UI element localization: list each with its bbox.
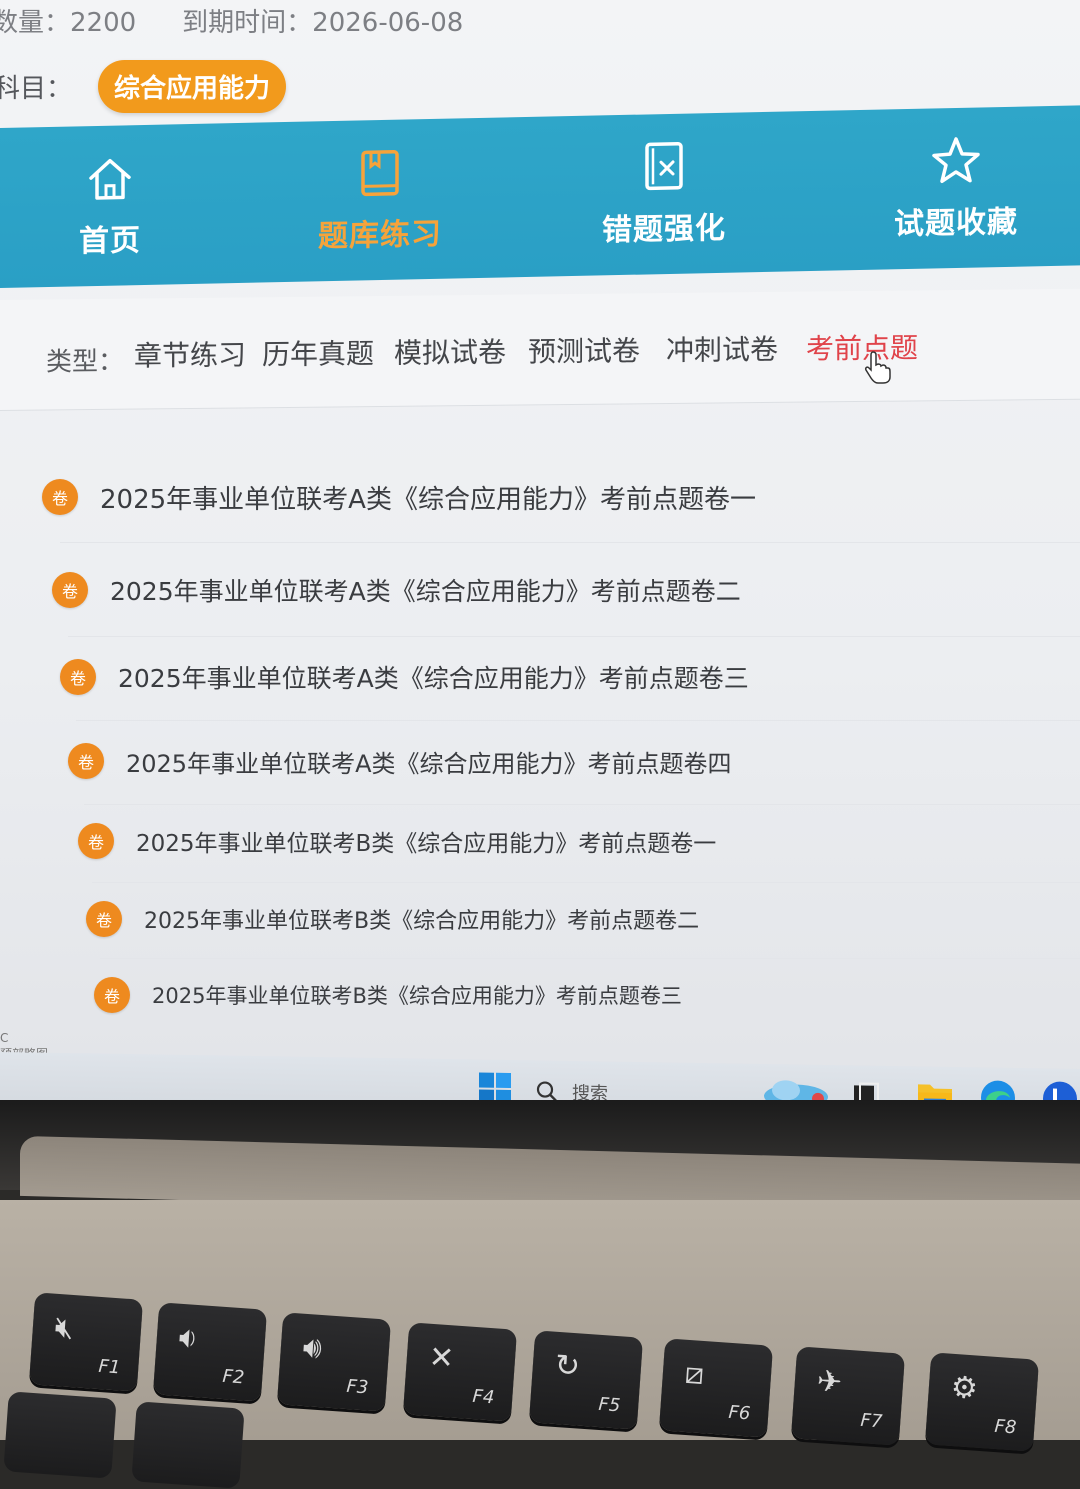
nav-home[interactable]: 首页: [10, 134, 210, 278]
paper-list-item[interactable]: 卷 2025年事业单位联考B类《综合应用能力》考前点题卷一: [78, 806, 716, 876]
key-exclamation[interactable]: [3, 1391, 117, 1479]
app-icon[interactable]: [1040, 1078, 1080, 1100]
windows-taskbar: 搜索: [0, 1052, 1080, 1100]
type-tab-past-exams[interactable]: 历年真题: [262, 332, 374, 373]
wrong-doc-icon: [645, 142, 683, 191]
paper-list-item[interactable]: 卷 2025年事业单位联考A类《综合应用能力》考前点题卷一: [42, 462, 756, 532]
paper-title: 2025年事业单位联考A类《综合应用能力》考前点题卷四: [126, 749, 732, 778]
paper-badge-icon: 卷: [94, 977, 130, 1013]
nav-wrong-questions[interactable]: 错题强化: [564, 122, 764, 266]
paper-list-item[interactable]: 卷 2025年事业单位联考B类《综合应用能力》考前点题卷二: [86, 884, 699, 954]
key-f2[interactable]: 🔉︎ F2: [152, 1302, 268, 1402]
settings-gear-icon: ⚙: [949, 1369, 980, 1407]
expiry-date: 到期时间：2026-06-08: [182, 7, 464, 38]
key-at[interactable]: [131, 1401, 245, 1489]
key-f6[interactable]: ⧄ F6: [658, 1338, 774, 1438]
subject-label: 科目：: [0, 73, 73, 104]
nav-home-label: 首页: [79, 223, 141, 260]
paper-badge-icon: 卷: [86, 901, 122, 937]
volume-down-icon: 🔉︎: [177, 1319, 200, 1357]
paper-list-item[interactable]: 卷 2025年事业单位联考A类《综合应用能力》考前点题卷三: [60, 642, 749, 712]
key-f1[interactable]: 🔇︎ F1: [28, 1292, 144, 1392]
file-explorer-icon[interactable]: [916, 1078, 954, 1100]
key-f8[interactable]: ⚙ F8: [924, 1352, 1040, 1452]
display-off-icon: ⧄: [683, 1355, 706, 1393]
key-f3[interactable]: 🔊︎ F3: [276, 1312, 392, 1412]
key-f7[interactable]: ✈ F7: [790, 1346, 906, 1446]
paper-list-item[interactable]: 卷 2025年事业单位联考A类《综合应用能力》考前点题卷二: [52, 555, 741, 625]
hand-cursor-icon: [865, 351, 891, 384]
nav-question-bank[interactable]: 题库练习: [280, 128, 480, 272]
type-tab-chapter[interactable]: 章节练习: [134, 333, 246, 374]
nav-wrong-questions-label: 错题强化: [602, 210, 726, 249]
key-f5[interactable]: ↻ F5: [528, 1330, 644, 1430]
paper-badge-icon: 卷: [42, 479, 78, 515]
nav-favorites-label: 试题收藏: [894, 204, 1018, 243]
paper-badge-icon: 卷: [52, 572, 88, 608]
book-icon: [361, 149, 399, 197]
search-label: 搜索: [572, 1082, 608, 1100]
browser-screen: 数量：2200 到期时间：2026-06-08 科目： 综合应用能力 首页 题库…: [0, 0, 1080, 1100]
row-divider: [100, 958, 1080, 959]
home-icon: [89, 158, 131, 200]
type-tab-predict[interactable]: 预测试卷: [528, 329, 640, 370]
type-filter-label: 类型：: [46, 346, 125, 378]
mute-icon: 🔇︎: [53, 1309, 76, 1347]
star-icon: [932, 137, 980, 184]
edge-browser-icon[interactable]: [978, 1077, 1018, 1100]
subject-badge[interactable]: 综合应用能力: [98, 59, 287, 113]
task-view-icon[interactable]: [852, 1081, 880, 1100]
row-divider: [92, 882, 1080, 883]
nav-favorites[interactable]: 试题收藏: [856, 116, 1056, 260]
mic-mute-icon: ✕: [427, 1339, 456, 1377]
paper-title: 2025年事业单位联考A类《综合应用能力》考前点题卷三: [118, 664, 749, 693]
refresh-icon: ↻: [553, 1347, 582, 1385]
paper-title: 2025年事业单位联考A类《综合应用能力》考前点题卷一: [100, 484, 756, 515]
paper-list-item[interactable]: 卷 2025年事业单位联考A类《综合应用能力》考前点题卷四: [68, 726, 732, 796]
key-f4[interactable]: ✕ F4: [402, 1322, 518, 1422]
weather-widget-icon[interactable]: [762, 1072, 830, 1100]
type-tab-mock[interactable]: 模拟试卷: [394, 331, 506, 372]
paper-badge-icon: 卷: [68, 743, 104, 779]
paper-title: 2025年事业单位联考B类《综合应用能力》考前点题卷一: [136, 831, 717, 857]
paper-badge-icon: 卷: [78, 823, 114, 859]
paper-title: 2025年事业单位联考B类《综合应用能力》考前点题卷三: [152, 984, 682, 1008]
question-quantity: 数量：2200: [0, 7, 137, 38]
paper-list-item[interactable]: 卷 2025年事业单位联考B类《综合应用能力》考前点题卷三: [94, 960, 682, 1030]
search-icon: [536, 1081, 557, 1100]
paper-title: 2025年事业单位联考B类《综合应用能力》考前点题卷二: [144, 909, 700, 934]
airplane-mode-icon: ✈: [815, 1363, 844, 1401]
paper-badge-icon: 卷: [60, 659, 96, 695]
subject-row: 科目： 综合应用能力: [0, 58, 287, 114]
row-divider: [84, 804, 1080, 805]
taskbar-search[interactable]: 搜索: [536, 1072, 736, 1100]
volume-up-icon: 🔊︎: [301, 1329, 324, 1367]
row-divider: [76, 720, 1080, 721]
paper-title: 2025年事业单位联考A类《综合应用能力》考前点题卷二: [110, 577, 741, 606]
type-tab-pre-exam[interactable]: 考前点题: [806, 326, 918, 367]
main-nav-bar: 首页 题库练习 错题强化 试题收藏: [0, 105, 1080, 288]
row-divider: [68, 636, 1080, 637]
row-divider: [60, 542, 1080, 543]
windows-start-icon[interactable]: [478, 1072, 512, 1100]
type-tab-sprint[interactable]: 冲刺试卷: [666, 328, 778, 369]
type-filter-bar: 类型： 章节练习 历年真题 模拟试卷 预测试卷 冲刺试卷 考前点题: [0, 288, 1080, 411]
nav-question-bank-label: 题库练习: [318, 216, 442, 255]
account-info-row: 数量：2200 到期时间：2026-06-08: [0, 0, 463, 40]
